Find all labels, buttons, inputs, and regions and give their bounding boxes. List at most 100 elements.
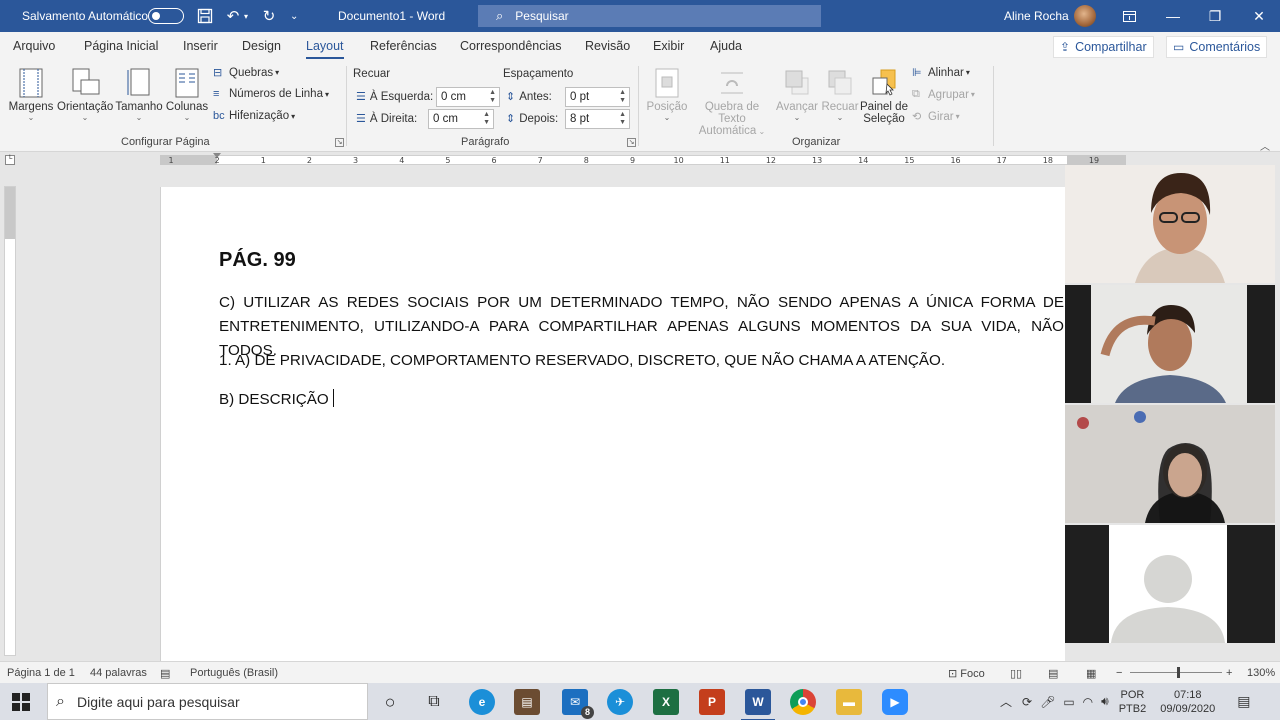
tab-correspondencias[interactable]: Correspondências <box>460 39 561 53</box>
page-heading: PÁG. 99 <box>219 249 296 271</box>
bring-forward-button[interactable]: Avançar ⌄ <box>775 62 819 122</box>
page-setup-group-label: Configurar Página <box>121 136 210 148</box>
participant-video-1 <box>1065 165 1275 283</box>
web-layout-icon[interactable]: ▦ <box>1086 667 1096 680</box>
undo-dropdown-icon[interactable]: ▾ <box>244 0 248 32</box>
tab-design[interactable]: Design <box>242 39 281 53</box>
battery-icon[interactable]: ▭ <box>1063 695 1074 709</box>
spin-arrows-icon[interactable]: ▲ ▼ <box>483 111 490 127</box>
search-box[interactable]: ⌕ Pesquisar <box>478 5 821 27</box>
volume-icon[interactable]: 🔊︎ <box>1101 694 1109 709</box>
page-count[interactable]: Página 1 de 1 <box>7 667 75 679</box>
share-button[interactable]: ⇪ Compartilhar <box>1053 36 1154 58</box>
hyphenation-button[interactable]: bc Hifenização ▾ <box>213 110 295 122</box>
print-layout-icon[interactable]: ▤ <box>1048 667 1058 680</box>
zoom-slider-thumb[interactable] <box>1177 667 1180 678</box>
collapse-ribbon-icon[interactable]: ︿ <box>1260 138 1270 153</box>
size-button[interactable]: Tamanho ⌄ <box>115 62 163 122</box>
word-count[interactable]: 44 palavras <box>90 667 147 679</box>
position-button[interactable]: Posição ⌄ <box>645 62 689 122</box>
columns-button[interactable]: Colunas ⌄ <box>165 62 209 122</box>
autosave-toggle[interactable] <box>148 8 184 24</box>
video-tile-1[interactable] <box>1065 165 1275 283</box>
indent-right-input[interactable]: 0 cm ▲ ▼ <box>428 109 494 129</box>
tab-pagina-inicial[interactable]: Página Inicial <box>84 39 158 53</box>
video-tile-2[interactable] <box>1065 285 1275 403</box>
group-objects-button[interactable]: ⧉ Agrupar ▾ <box>912 88 975 101</box>
paragraph-launcher-icon[interactable]: ↘ <box>627 138 636 147</box>
wrap-text-button[interactable]: Quebra de Texto Automática ⌄ <box>691 62 773 137</box>
orientation-button[interactable]: Orientação ⌄ <box>57 62 113 122</box>
indent-left-input[interactable]: 0 cm ▲ ▼ <box>436 87 500 107</box>
video-tile-3[interactable] <box>1065 405 1275 523</box>
focus-button[interactable]: ⊡ Foco <box>948 667 985 680</box>
zoom-in-icon[interactable]: + <box>1226 667 1232 679</box>
tab-arquivo[interactable]: Arquivo <box>13 39 55 53</box>
windows-start-icon[interactable] <box>8 689 34 715</box>
task-view-icon[interactable]: ⧉ <box>421 689 447 715</box>
input-language[interactable]: POR PTB2 <box>1119 688 1147 716</box>
undo-icon[interactable]: ↶ <box>222 5 244 27</box>
align-button[interactable]: ⊫ Alinhar ▾ <box>912 66 970 80</box>
margins-button[interactable]: Margens ⌄ <box>7 62 55 122</box>
restore-icon[interactable]: ❐ <box>1192 0 1238 32</box>
cortana-icon[interactable]: ○ <box>377 689 403 715</box>
line-numbers-button[interactable]: ≡ Números de Linha ▾ <box>213 88 329 100</box>
tab-selector-icon[interactable]: └ <box>5 155 15 165</box>
edge-icon[interactable]: e <box>469 689 495 715</box>
notifications-icon[interactable]: ▤ <box>1237 693 1250 710</box>
user-name[interactable]: Aline Rocha <box>1004 0 1069 32</box>
clock[interactable]: 07:18 09/09/2020 <box>1160 688 1215 716</box>
chrome-icon[interactable] <box>790 689 816 715</box>
taskbar-search[interactable]: ⌕ Digite aqui para pesquisar <box>47 683 368 720</box>
ribbon-display-options-icon[interactable] <box>1106 0 1152 32</box>
zoom-out-icon[interactable]: − <box>1116 667 1122 679</box>
document-title: Documento1 - Word <box>338 9 446 23</box>
proofing-icon[interactable]: ▤ <box>160 667 170 680</box>
spacing-before-input[interactable]: 0 pt ▲ ▼ <box>565 87 630 107</box>
user-avatar[interactable] <box>1074 5 1096 27</box>
file-explorer-icon[interactable]: ▬ <box>836 689 862 715</box>
word-icon[interactable]: W <box>741 689 775 720</box>
tab-layout[interactable]: Layout <box>306 39 344 59</box>
save-icon[interactable] <box>194 5 216 27</box>
document-page[interactable]: PÁG. 99 C) UTILIZAR AS REDES SOCIAIS POR… <box>160 187 1065 661</box>
language-indicator[interactable]: Português (Brasil) <box>190 667 278 679</box>
spin-arrows-icon[interactable]: ▲ ▼ <box>619 111 626 127</box>
spacing-before-icon: ⇕ <box>506 91 516 103</box>
minimize-icon[interactable]: — <box>1150 0 1196 32</box>
tab-revisao[interactable]: Revisão <box>585 39 630 53</box>
spin-arrows-icon[interactable]: ▲ ▼ <box>489 89 496 105</box>
tab-exibir[interactable]: Exibir <box>653 39 684 53</box>
video-tile-4[interactable] <box>1065 525 1275 643</box>
zoom-level[interactable]: 130% <box>1247 667 1275 679</box>
redo-icon[interactable]: ↻ <box>258 5 280 27</box>
mail-icon[interactable]: ✉ 8 <box>562 689 594 719</box>
ruler-tick-label: 4 <box>399 156 405 165</box>
close-icon[interactable]: ✕ <box>1236 0 1280 32</box>
zoom-slider[interactable] <box>1130 672 1222 673</box>
spin-arrows-icon[interactable]: ▲ ▼ <box>619 89 626 105</box>
page-setup-launcher-icon[interactable]: ↘ <box>335 138 344 147</box>
spacing-after-input[interactable]: 8 pt ▲ ▼ <box>565 109 630 129</box>
comments-button[interactable]: ▭ Comentários <box>1166 36 1268 58</box>
tab-referencias[interactable]: Referências <box>370 39 437 53</box>
send-backward-button[interactable]: Recuar ⌄ <box>821 62 859 122</box>
wifi-icon[interactable]: ◠ <box>1083 695 1093 709</box>
rotate-button[interactable]: ⟲ Girar ▾ <box>912 110 960 124</box>
zoom-app-icon[interactable]: ▶ <box>882 689 908 715</box>
powerpoint-icon[interactable]: P <box>699 689 725 715</box>
tab-inserir[interactable]: Inserir <box>183 39 218 53</box>
show-hidden-icons-icon[interactable]: ︿ <box>1000 693 1012 710</box>
microphone-icon[interactable]: 🎤︎ <box>1040 695 1055 709</box>
spacing-title: Espaçamento <box>503 68 574 80</box>
network-sync-icon[interactable]: ⟳ <box>1022 695 1032 709</box>
tab-ajuda[interactable]: Ajuda <box>710 39 742 53</box>
excel-icon[interactable]: X <box>653 689 679 715</box>
breaks-button[interactable]: ⊟ Quebras ▾ <box>213 66 279 80</box>
customize-qat-icon[interactable]: ⌄ <box>290 0 298 32</box>
read-mode-icon[interactable]: ▯▯ <box>1010 667 1022 680</box>
store-icon[interactable]: ▤ <box>514 689 540 715</box>
photos-icon[interactable]: ✈ <box>607 689 633 715</box>
selection-pane-button[interactable]: Painel de Seleção <box>860 62 908 125</box>
